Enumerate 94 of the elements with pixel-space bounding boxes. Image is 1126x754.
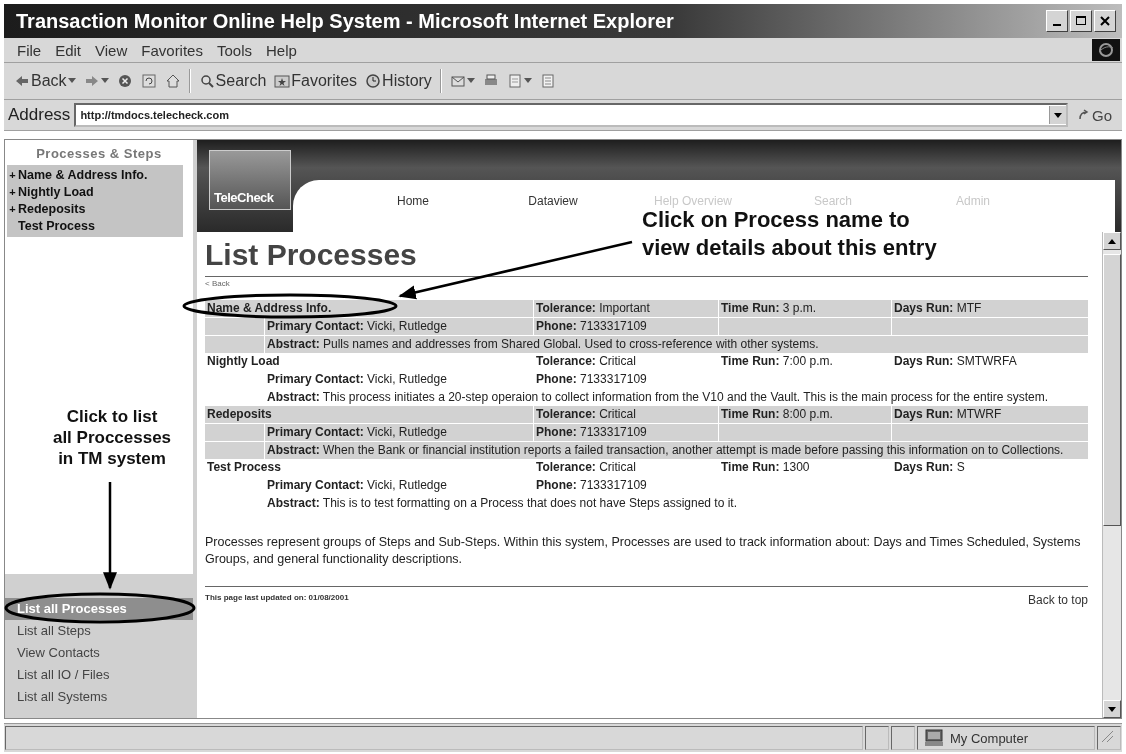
arrow-icon bbox=[1078, 109, 1090, 121]
menu-item[interactable]: Edit bbox=[48, 41, 89, 59]
document-icon bbox=[506, 73, 523, 89]
arrow-left-icon bbox=[14, 73, 30, 89]
close-button[interactable] bbox=[1094, 10, 1116, 32]
navigation-link[interactable]: List all Steps bbox=[5, 620, 193, 642]
phone-cell: Phone: 7133317109 bbox=[534, 318, 718, 335]
address-label: Address bbox=[8, 105, 71, 125]
navigation-link[interactable]: List all IO / Files bbox=[5, 664, 193, 686]
close-icon bbox=[1098, 14, 1112, 28]
scrollbar-thumb[interactable] bbox=[1103, 254, 1121, 526]
arrow-right-icon bbox=[83, 73, 100, 89]
time-run-cell: Time Run: 3 p.m. bbox=[719, 300, 891, 317]
caret-icon bbox=[523, 78, 532, 84]
maximize-button[interactable] bbox=[1070, 10, 1092, 32]
annotation-text: Click on Process name to view details about this entry bbox=[642, 207, 937, 262]
dropdown-arrow-icon bbox=[1054, 112, 1062, 118]
caret-icon bbox=[67, 78, 76, 84]
contact-cell: Primary Contact: Vicki, Rutledge bbox=[265, 424, 533, 441]
contact-cell-text: Primary Contact: Vicki, Rutledge bbox=[266, 477, 448, 494]
menu-item[interactable]: Tools bbox=[209, 41, 259, 59]
process-name[interactable]: Test Process bbox=[205, 459, 533, 476]
scroll-down-arrow-icon bbox=[1108, 706, 1116, 712]
maximize-icon bbox=[1074, 14, 1088, 28]
menu-item[interactable]: Help bbox=[259, 41, 304, 59]
process-name[interactable]: Nightly Load bbox=[205, 353, 533, 370]
contact-cell: Primary Contact: Vicki, Rutledge bbox=[265, 318, 533, 335]
time-run-cell: Time Run: 8:00 p.m. bbox=[719, 406, 891, 423]
menu-item[interactable]: File bbox=[10, 41, 49, 59]
days-run-cell: Days Run: MTF bbox=[892, 300, 1088, 317]
minimize-icon bbox=[1053, 24, 1061, 26]
phone-cell-text: Phone: 7133317109 bbox=[535, 477, 648, 494]
days-run-cell-text: Days Run: SMTWRFA bbox=[893, 353, 1018, 370]
menu-item[interactable]: Favorites bbox=[134, 41, 210, 59]
sidebar-heading: Processes & Steps bbox=[35, 145, 163, 163]
tolerance-cell: Tolerance: Important bbox=[534, 300, 718, 317]
days-run-cell: Days Run: MTWRF bbox=[892, 406, 1088, 423]
stop-icon bbox=[116, 73, 133, 89]
tolerance-cell: Tolerance: Critical bbox=[534, 406, 718, 423]
process-link[interactable]: Name & Address Info. bbox=[18, 167, 148, 184]
home-icon bbox=[164, 73, 181, 89]
clock-icon bbox=[365, 73, 382, 89]
abstract-text: Abstract: Pulls names and addresses from Shared Global. Used to cross-reference with other systems. bbox=[265, 336, 1088, 353]
process-link[interactable]: Redeposits bbox=[18, 201, 86, 218]
minimize-button[interactable] bbox=[1046, 10, 1068, 32]
tolerance-cell-text: Tolerance: Critical bbox=[535, 353, 637, 370]
favorites-button[interactable]: Favorites bbox=[270, 70, 362, 92]
phone-cell: Phone: 7133317109 bbox=[534, 424, 718, 441]
back-to-top-link[interactable]: Back to top bbox=[1027, 593, 1088, 607]
time-run-cell-text: Time Run: 1300 bbox=[720, 459, 811, 476]
process-link[interactable]: Test Process bbox=[18, 218, 95, 235]
scroll-up-arrow-icon bbox=[1108, 238, 1116, 244]
abstract-text: Abstract: When the Bank or financial institution reports a failed transaction, another attempt is made before passing this information on to Collections. bbox=[265, 442, 1088, 459]
scrollbar[interactable] bbox=[1102, 232, 1121, 718]
window-title: Transaction Monitor Online Help System - Microsoft Internet Explorer bbox=[15, 9, 675, 33]
navigation-link[interactable]: List all Systems bbox=[5, 686, 193, 708]
navigation-link[interactable]: View Contacts bbox=[5, 642, 193, 664]
caret-icon bbox=[100, 78, 109, 84]
last-updated-text: This page last updated on: 01/08/2001 bbox=[205, 593, 349, 602]
abstract-text: Abstract: This is to test formatting on a Process that does not have Steps assigned to it. bbox=[266, 495, 739, 512]
page-title: List Processes bbox=[205, 238, 417, 272]
days-run-cell-text: Days Run: S bbox=[893, 459, 966, 476]
search-icon bbox=[198, 73, 215, 89]
tolerance-cell-text: Tolerance: Critical bbox=[535, 459, 637, 476]
computer-icon bbox=[924, 729, 944, 747]
expand-marker: + bbox=[8, 185, 17, 200]
address-field[interactable]: http://tmdocs.telecheck.com bbox=[74, 103, 1068, 127]
history-button[interactable]: History bbox=[361, 70, 436, 92]
page-icon bbox=[539, 73, 556, 89]
status-zone: My Computer bbox=[950, 730, 1029, 746]
nav-link[interactable]: Home bbox=[343, 194, 483, 208]
expand-marker: + bbox=[8, 202, 17, 217]
process-name[interactable]: Name & Address Info. bbox=[205, 300, 533, 317]
back-button[interactable]: Back bbox=[10, 70, 80, 92]
refresh-icon bbox=[140, 73, 157, 89]
phone-cell-text: Phone: 7133317109 bbox=[535, 371, 648, 388]
abstract-text: Abstract: This process initiates a 20-step operaion to collect information from the V10 and the Vault. This is the main process for the entire system. bbox=[266, 389, 1050, 406]
caret-icon bbox=[466, 78, 475, 84]
process-name[interactable]: Redeposits bbox=[205, 406, 533, 423]
status-panel bbox=[891, 726, 915, 750]
search-button[interactable]: Search bbox=[194, 70, 271, 92]
logo-text: TeleCheck bbox=[213, 190, 275, 207]
back-link[interactable]: < Back bbox=[205, 279, 1088, 288]
annotation-text: Click to list all Proccesses in TM system bbox=[51, 406, 173, 469]
menu-item[interactable]: View bbox=[88, 41, 135, 59]
process-link[interactable]: Nightly Load bbox=[18, 184, 94, 201]
nav-link[interactable]: Dataview bbox=[483, 194, 623, 208]
expand-marker: + bbox=[8, 168, 17, 183]
go-button[interactable]: Go bbox=[1072, 105, 1118, 125]
time-run-cell-text: Time Run: 7:00 p.m. bbox=[720, 353, 834, 370]
description-text: Processes represent groups of Steps and Sub-Steps. Within this system, Processes are used to track information about: Days and Times Scheduled, Systems Groups, and general functionality descriptions. bbox=[205, 534, 1082, 568]
status-panel bbox=[865, 726, 889, 750]
envelope-icon bbox=[449, 73, 466, 89]
contact-cell-text: Primary Contact: Vicki, Rutledge bbox=[266, 371, 448, 388]
